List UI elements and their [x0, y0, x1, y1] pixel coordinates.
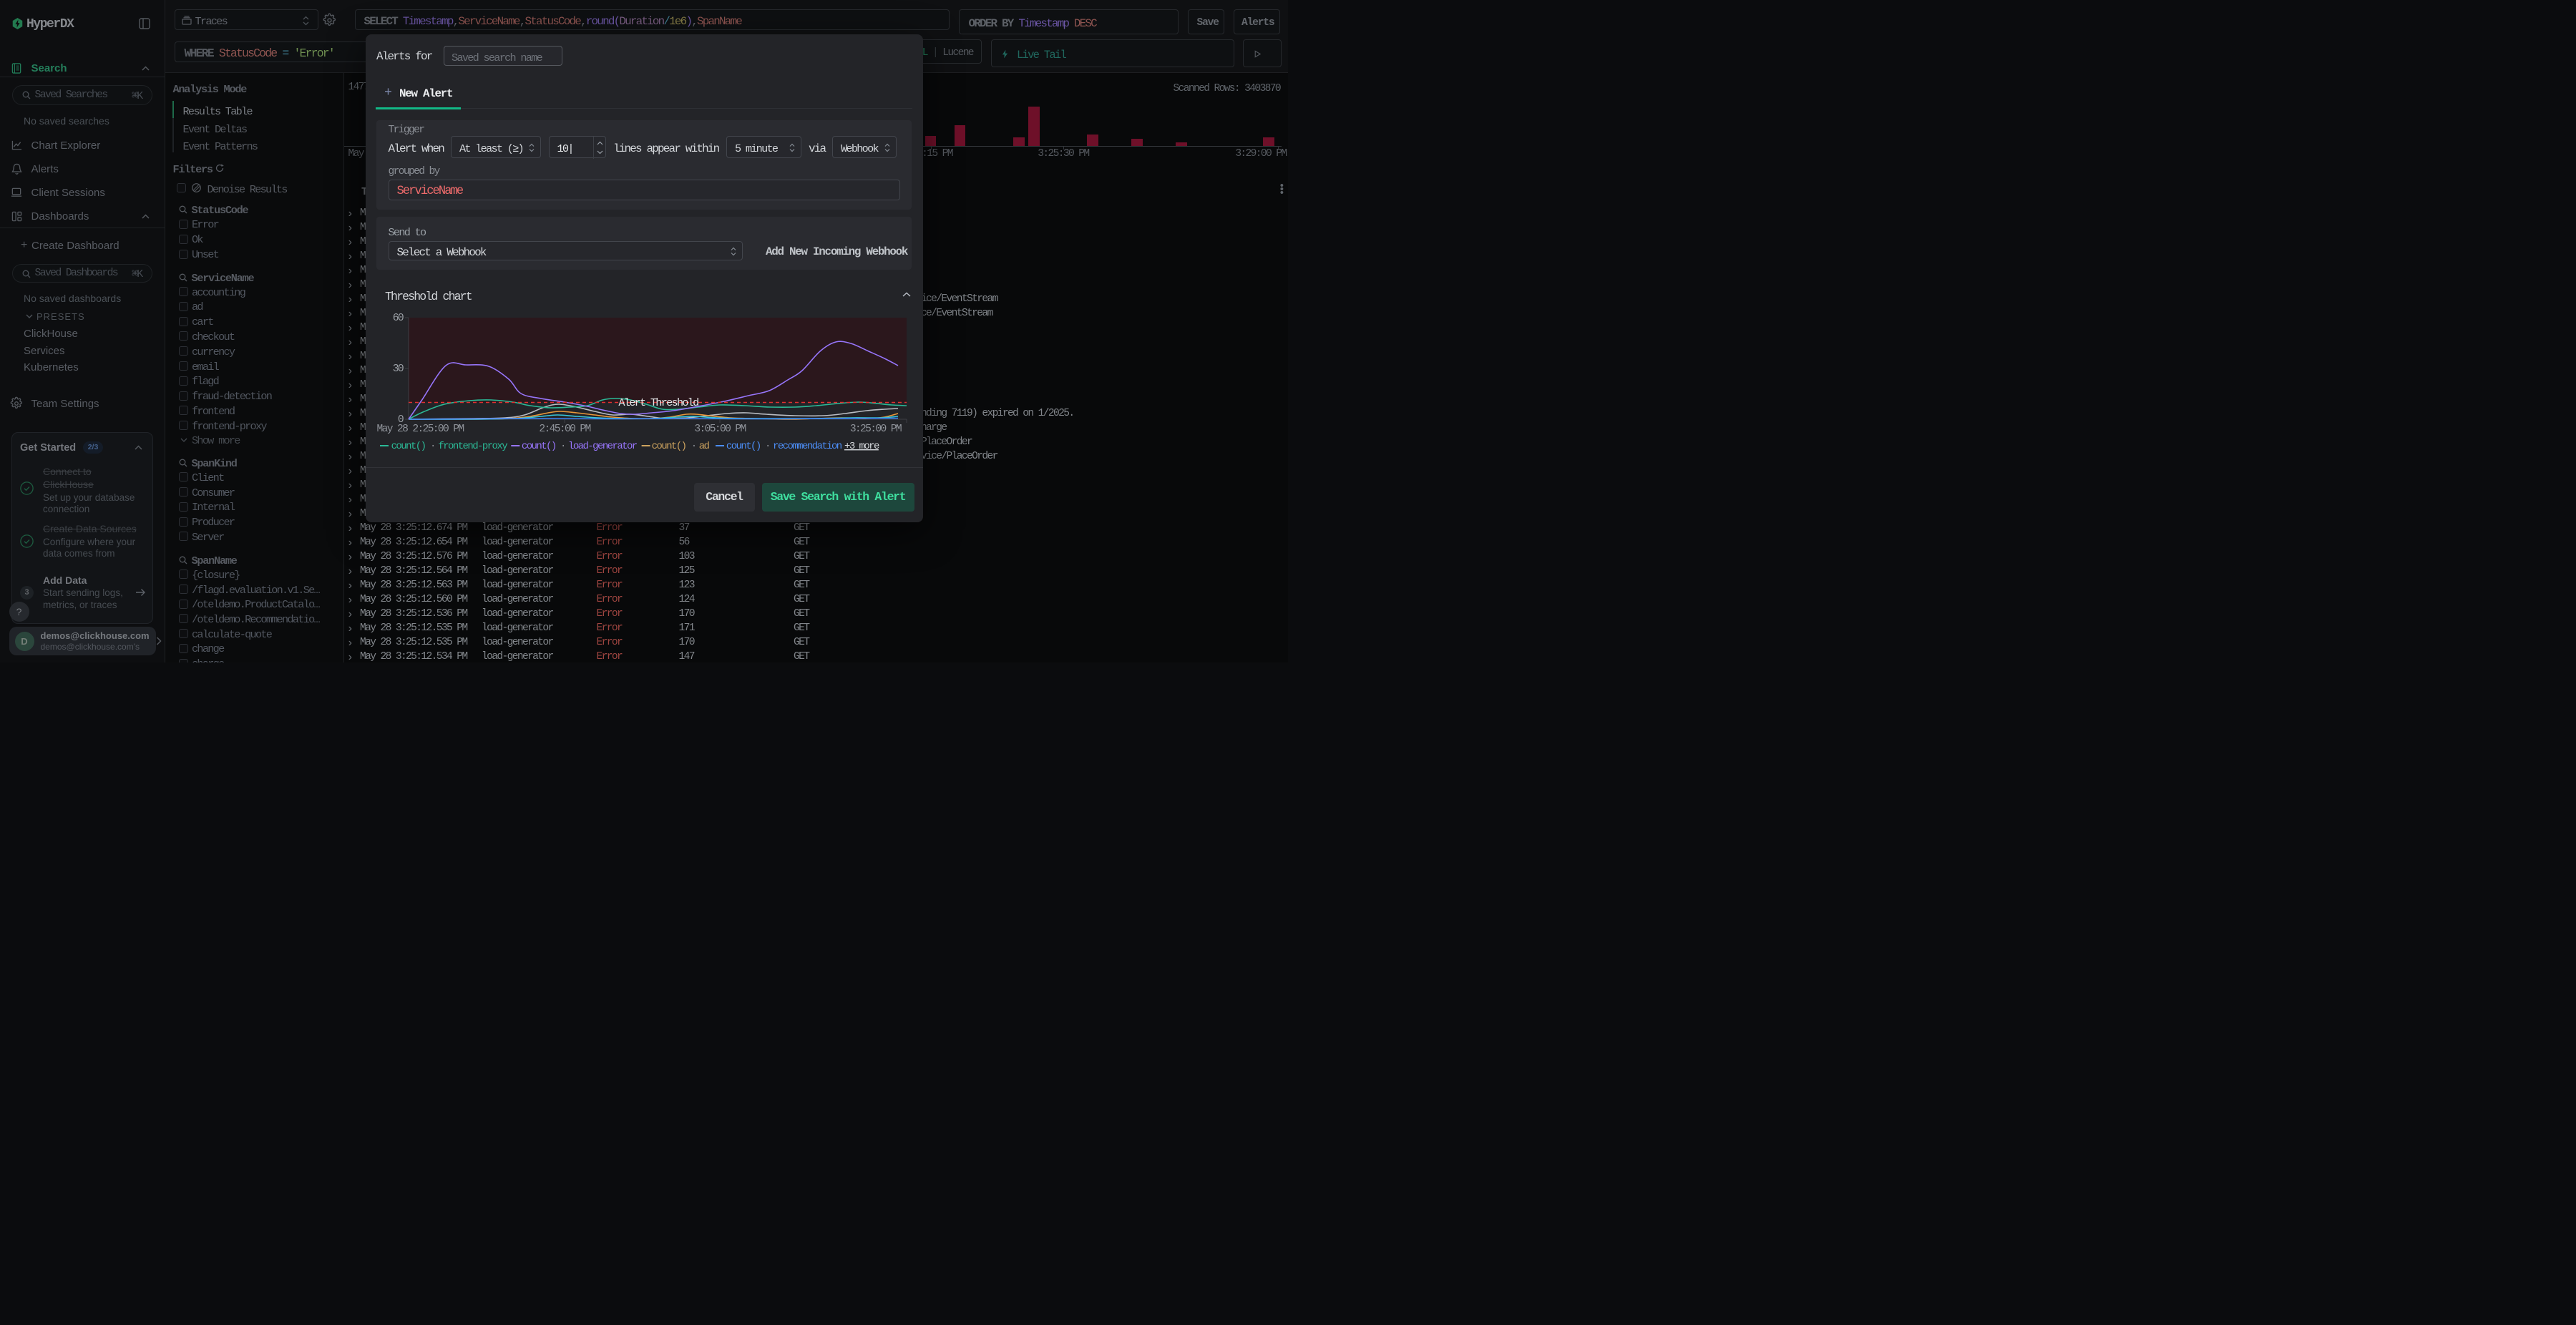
svg-text:Alert Threshold: Alert Threshold	[618, 396, 698, 409]
svg-text:30: 30	[393, 363, 404, 375]
svg-text:count(): count()	[391, 441, 426, 452]
svg-text:frontend-proxy: frontend-proxy	[438, 441, 507, 452]
svg-text:May 28 2:25:00 PM: May 28 2:25:00 PM	[377, 424, 464, 435]
svg-text:load-generator: load-generator	[568, 441, 638, 452]
svg-text:+3 more: +3 more	[844, 441, 879, 452]
svg-text:3:25:00 PM: 3:25:00 PM	[850, 424, 902, 435]
svg-text:·: ·	[691, 441, 696, 452]
svg-text:·: ·	[430, 441, 435, 452]
svg-text:·: ·	[765, 441, 770, 452]
svg-text:·: ·	[560, 441, 565, 452]
svg-text:2:45:00 PM: 2:45:00 PM	[539, 424, 590, 435]
svg-text:recommendation: recommendation	[773, 441, 842, 452]
svg-text:3:05:00 PM: 3:05:00 PM	[694, 424, 746, 435]
svg-text:count(): count()	[726, 441, 761, 452]
svg-text:count(): count()	[522, 441, 556, 452]
svg-text:ad: ad	[699, 441, 710, 452]
svg-text:count(): count()	[652, 441, 686, 452]
svg-text:60: 60	[393, 313, 404, 324]
